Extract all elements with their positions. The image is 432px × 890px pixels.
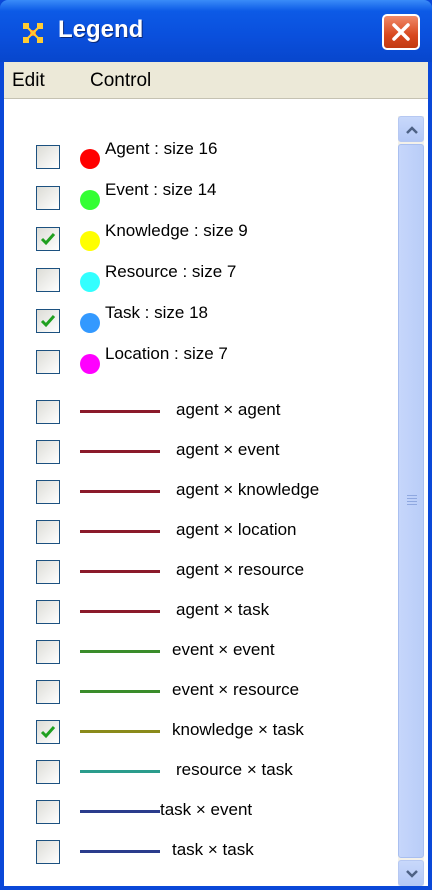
node-color-swatch [80, 313, 100, 333]
edge-color-line [80, 690, 160, 693]
node-checkbox-knowledge[interactable] [36, 227, 60, 251]
legend-row-node-agent: Agent : size 16 [4, 139, 394, 175]
node-label: Location : size 7 [105, 344, 228, 363]
edge-color-line [80, 730, 160, 733]
node-color-swatch [80, 272, 100, 292]
edge-color-line [80, 810, 160, 813]
edge-checkbox[interactable] [36, 680, 60, 704]
node-label: Knowledge : size 9 [105, 221, 248, 240]
edge-label: resource × task [176, 760, 293, 779]
edge-color-line [80, 850, 160, 853]
checkmark-icon [40, 315, 56, 328]
legend-row-edge: knowledge × task [4, 716, 394, 750]
node-checkbox-location[interactable] [36, 350, 60, 374]
edge-label: agent × knowledge [176, 480, 320, 499]
edge-checkbox[interactable] [36, 800, 60, 824]
edge-checkbox[interactable] [36, 600, 60, 624]
scroll-up-button[interactable] [398, 116, 424, 142]
chevron-up-icon [406, 126, 418, 134]
close-button[interactable] [382, 14, 420, 50]
legend-row-edge: agent × event [4, 436, 394, 470]
edge-checkbox[interactable] [36, 400, 60, 424]
scrollbar-grip [407, 495, 417, 507]
node-label: Task : size 18 [105, 303, 208, 322]
edge-label: agent × agent [176, 400, 281, 419]
node-checkbox-agent[interactable] [36, 145, 60, 169]
node-label: Resource : size 7 [105, 262, 237, 281]
node-color-swatch [80, 354, 100, 374]
edge-label: knowledge × task [172, 720, 304, 739]
legend-row-edge: resource × task [4, 756, 394, 790]
legend-row-node-knowledge: Knowledge : size 9 [4, 221, 394, 257]
edge-color-line [80, 650, 160, 653]
edge-color-line [80, 570, 160, 573]
legend-row-edge: agent × agent [4, 396, 394, 430]
edge-color-line [80, 770, 160, 773]
close-icon [392, 23, 410, 41]
node-checkbox-resource[interactable] [36, 268, 60, 292]
legend-row-edge: agent × task [4, 596, 394, 630]
edge-checkbox[interactable] [36, 440, 60, 464]
title-bar[interactable]: Legend [0, 0, 432, 62]
legend-row-node-task: Task : size 18 [4, 303, 394, 339]
legend-row-node-location: Location : size 7 [4, 344, 394, 380]
node-label: Event : size 14 [105, 180, 217, 199]
edge-label: agent × location [176, 520, 297, 539]
node-color-swatch [80, 190, 100, 210]
node-color-swatch [80, 231, 100, 251]
edge-checkbox[interactable] [36, 840, 60, 864]
legend-list: Agent : size 16 Event : size 14 Knowledge … [4, 99, 428, 886]
edge-label: agent × task [176, 600, 270, 619]
legend-row-node-resource: Resource : size 7 [4, 262, 394, 298]
legend-window: Legend Edit Control Agent : size 16 Event… [0, 0, 432, 890]
vertical-scrollbar[interactable] [398, 116, 424, 886]
menu-edit[interactable]: Edit [12, 70, 45, 92]
edge-checkbox[interactable] [36, 480, 60, 504]
edge-color-line [80, 410, 160, 413]
window-title: Legend [58, 16, 144, 43]
menu-bar: Edit Control [4, 62, 428, 99]
edge-label: task × task [172, 840, 254, 859]
legend-row-edge: agent × location [4, 516, 394, 550]
checkmark-icon [40, 233, 56, 246]
legend-row-edge: agent × knowledge [4, 476, 394, 510]
edge-color-line [80, 490, 160, 493]
edge-label: agent × resource [176, 560, 305, 579]
edge-label: event × resource [172, 680, 300, 699]
scroll-down-button[interactable] [398, 860, 424, 886]
legend-row-edge: agent × resource [4, 556, 394, 590]
chevron-down-icon [406, 870, 418, 878]
edge-checkbox[interactable] [36, 760, 60, 784]
edge-label: agent × event [176, 440, 280, 459]
node-checkbox-event[interactable] [36, 186, 60, 210]
edge-color-line [80, 530, 160, 533]
checkmark-icon [40, 726, 56, 739]
node-color-swatch [80, 149, 100, 169]
edge-color-line [80, 610, 160, 613]
app-grid-icon [23, 23, 43, 43]
edge-checkbox[interactable] [36, 640, 60, 664]
menu-control[interactable]: Control [90, 70, 151, 92]
legend-row-edge: event × resource [4, 676, 394, 710]
edge-checkbox[interactable] [36, 560, 60, 584]
legend-row-edge: event × event [4, 636, 394, 670]
scrollbar-thumb[interactable] [398, 144, 424, 858]
edge-checkbox[interactable] [36, 720, 60, 744]
edge-color-line [80, 450, 160, 453]
legend-row-edge: task × event [4, 796, 394, 830]
legend-row-node-event: Event : size 14 [4, 180, 394, 216]
legend-row-edge: task × task [4, 836, 394, 870]
edge-label: task × event [160, 800, 253, 819]
edge-checkbox[interactable] [36, 520, 60, 544]
node-label: Agent : size 16 [105, 139, 218, 158]
edge-label: event × event [172, 640, 275, 659]
node-checkbox-task[interactable] [36, 309, 60, 333]
